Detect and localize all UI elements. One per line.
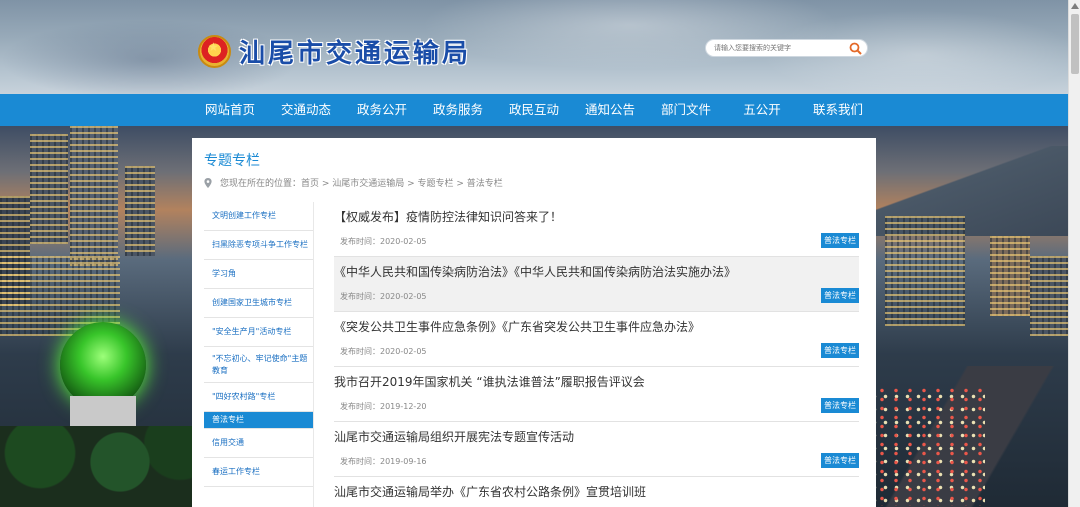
search-input[interactable]: [714, 44, 849, 52]
news-item: 汕尾市交通运输局组织开展宪法专题宣传活动发布时间：2019-09-16 普法专栏: [334, 422, 859, 477]
news-date-value: 2020-02-05: [380, 347, 427, 356]
news-date-prefix: 发布时间：: [340, 292, 380, 301]
news-date: 发布时间：2020-02-05: [340, 346, 427, 357]
nav-item[interactable]: 通知公告: [572, 94, 648, 126]
search-box: [705, 39, 868, 57]
news-item: 我市召开2019年国家机关 “谁执法谁普法”履职报告评议会发布时间：2019-1…: [334, 367, 859, 422]
news-category-tag[interactable]: 普法专栏: [821, 288, 859, 303]
news-title-link[interactable]: 我市召开2019年国家机关 “谁执法谁普法”履职报告评议会: [334, 373, 645, 390]
news-date-value: 2019-12-20: [380, 402, 427, 411]
sidebar-item-label: 学习角: [212, 269, 236, 278]
sidebar-item-label: "安全生产月"活动专栏: [212, 327, 292, 336]
nav-item[interactable]: 政务服务: [420, 94, 496, 126]
nav-item[interactable]: 部门文件: [648, 94, 724, 126]
site-title: 汕尾市交通运输局: [239, 39, 472, 69]
search-icon[interactable]: [849, 42, 862, 55]
news-category-tag[interactable]: 普法专栏: [821, 453, 859, 468]
news-title-link[interactable]: 《突发公共卫生事件应急条例》《广东省突发公共卫生事件应急办法》: [334, 318, 700, 335]
news-date: 发布时间：2020-02-05: [340, 291, 427, 302]
nav-item[interactable]: 政民互动: [496, 94, 572, 126]
main-nav: 网站首页 交通动态 政务公开 政务服务 政民互动 通知公告 部门文件 五公开 联系我们: [0, 94, 1068, 126]
news-item: 《突发公共卫生事件应急条例》《广东省突发公共卫生事件应急办法》发布时间：2020…: [334, 312, 859, 367]
news-title-link[interactable]: 【权威发布】疫情防控法律知识问答来了！: [334, 208, 562, 225]
sidebar-item[interactable]: 创建国家卫生城市专栏: [204, 289, 313, 318]
scroll-up-arrow-icon[interactable]: [1071, 3, 1079, 9]
building: [1030, 256, 1068, 336]
section-title: 专题专栏: [204, 153, 260, 169]
road-lights: [875, 386, 985, 506]
news-title-link[interactable]: 《中华人民共和国传染病防治法》《中华人民共和国传染病防治法实施办法》: [334, 263, 736, 280]
news-date-prefix: 发布时间：: [340, 237, 380, 246]
sidebar-item-label: 春运工作专栏: [212, 467, 260, 476]
main-nav-items: 网站首页 交通动态 政务公开 政务服务 政民互动 通知公告 部门文件 五公开 联系我们: [192, 94, 876, 126]
breadcrumb: 您现在所在的位置：首页 > 汕尾市交通运输局 > 专题专栏 > 普法专栏: [204, 176, 503, 189]
divider: [313, 202, 314, 507]
sidebar-item-label: 创建国家卫生城市专栏: [212, 298, 292, 307]
news-category-tag[interactable]: 普法专栏: [821, 233, 859, 248]
sidebar-item[interactable]: 普法专栏: [204, 412, 313, 429]
sidebar-item[interactable]: 学习角: [204, 260, 313, 289]
news-item: 汕尾市交通运输局举办《广东省农村公路条例》宣贯培训班: [334, 477, 859, 507]
news-item: 【权威发布】疫情防控法律知识问答来了！ 发布时间：2020-02-05 普法专栏: [334, 202, 859, 257]
sidebar-item-label: 扫黑除恶专项斗争工作专栏: [212, 240, 308, 249]
breadcrumb-text: 您现在所在的位置：首页 > 汕尾市交通运输局 > 专题专栏 > 普法专栏: [220, 179, 503, 189]
sidebar-item-label: "四好农村路"专栏: [212, 392, 276, 401]
nav-item[interactable]: 五公开: [724, 94, 800, 126]
nav-item[interactable]: 网站首页: [192, 94, 268, 126]
news-date-value: 2019-09-16: [380, 457, 427, 466]
news-date: 发布时间：2019-09-16: [340, 456, 427, 467]
vertical-scrollbar[interactable]: [1068, 0, 1080, 507]
sidebar-item[interactable]: "四好农村路"专栏: [204, 383, 313, 412]
building: [885, 216, 965, 326]
nav-item[interactable]: 联系我们: [800, 94, 876, 126]
sidebar-item-label: 普法专栏: [212, 415, 244, 424]
news-date-prefix: 发布时间：: [340, 347, 380, 356]
site-logo[interactable]: 汕尾市交通运输局: [198, 33, 471, 70]
trees: [0, 426, 200, 507]
sidebar-item[interactable]: "安全生产月"活动专栏: [204, 318, 313, 347]
sidebar-item[interactable]: "不忘初心、牢记使命"主题教育: [204, 347, 313, 383]
news-date: 发布时间：2019-12-20: [340, 401, 427, 412]
news-category-tag[interactable]: 普法专栏: [821, 343, 859, 358]
sidebar: 文明创建工作专栏扫黑除恶专项斗争工作专栏 学习角创建国家卫生城市专栏 "安全生产月"…: [204, 202, 313, 487]
news-item: 《中华人民共和国传染病防治法》《中华人民共和国传染病防治法实施办法》发布时间：2…: [334, 257, 859, 312]
scrollbar-thumb[interactable]: [1071, 14, 1079, 74]
building: [990, 236, 1030, 316]
news-date-prefix: 发布时间：: [340, 402, 380, 411]
building: [70, 126, 118, 266]
nav-item[interactable]: 政务公开: [344, 94, 420, 126]
news-category-tag[interactable]: 普法专栏: [821, 398, 859, 413]
sidebar-item-label: "不忘初心、牢记使命"主题教育: [212, 353, 308, 375]
news-list: 【权威发布】疫情防控法律知识问答来了！ 发布时间：2020-02-05 普法专栏 《中…: [334, 202, 859, 507]
building: [30, 134, 68, 244]
location-pin-icon: [204, 177, 212, 188]
nav-item[interactable]: 交通动态: [268, 94, 344, 126]
news-date-value: 2020-02-05: [380, 237, 427, 246]
content-panel: 专题专栏 您现在所在的位置：首页 > 汕尾市交通运输局 > 专题专栏 > 普法专…: [192, 138, 876, 507]
sidebar-item[interactable]: 扫黑除恶专项斗争工作专栏: [204, 231, 313, 260]
news-date-value: 2020-02-05: [380, 292, 427, 301]
news-date: 发布时间：2020-02-05: [340, 236, 427, 247]
national-emblem-icon: [198, 35, 231, 68]
building: [125, 166, 155, 256]
news-title-link[interactable]: 汕尾市交通运输局举办《广东省农村公路条例》宣贯培训班: [334, 483, 646, 500]
news-title-link[interactable]: 汕尾市交通运输局组织开展宪法专题宣传活动: [334, 428, 574, 445]
sidebar-item[interactable]: 文明创建工作专栏: [204, 202, 313, 231]
sidebar-item[interactable]: 春运工作专栏: [204, 458, 313, 487]
news-date-prefix: 发布时间：: [340, 457, 380, 466]
sidebar-item-label: 信用交通: [212, 438, 244, 447]
sidebar-item[interactable]: 信用交通: [204, 429, 313, 458]
site-header: 汕尾市交通运输局: [0, 0, 1068, 94]
sidebar-item-label: 文明创建工作专栏: [212, 211, 276, 220]
